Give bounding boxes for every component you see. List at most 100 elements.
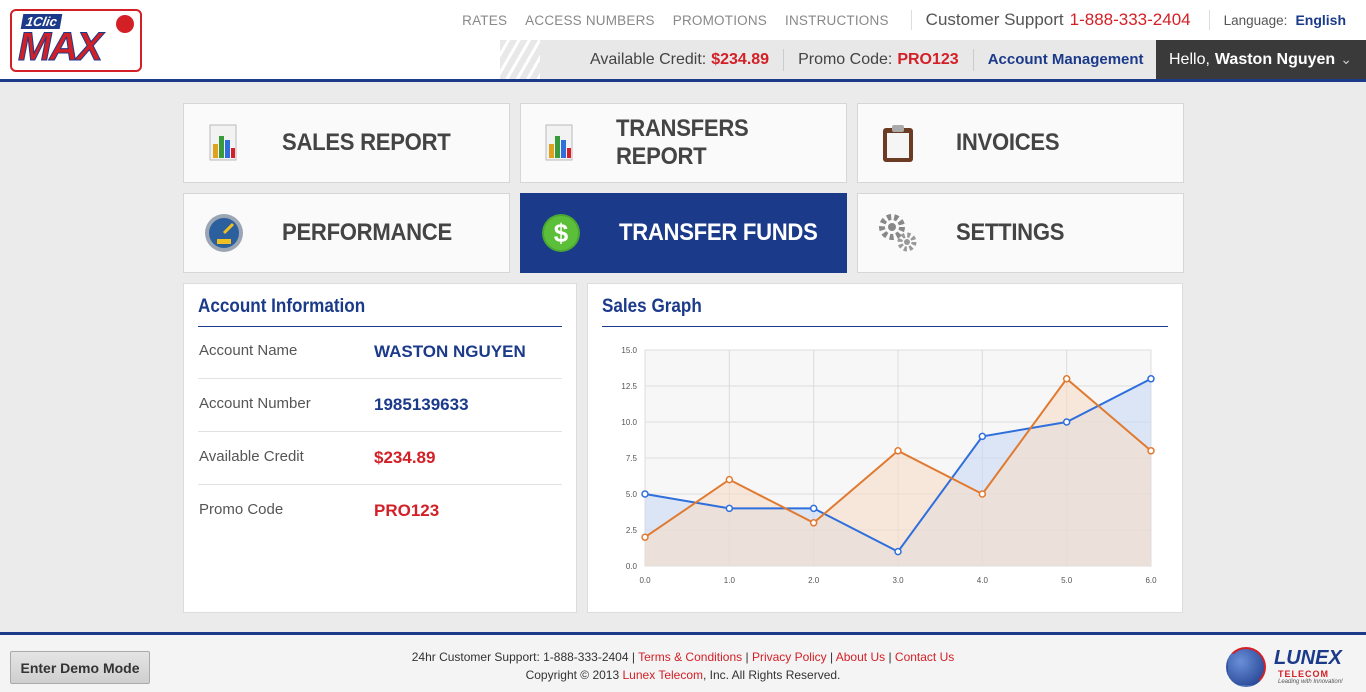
info-row-available-credit: Available Credit $234.89 — [198, 432, 562, 485]
tile-label: SETTINGS — [956, 219, 1065, 246]
hello-prefix: Hello, — [1169, 50, 1210, 68]
info-label: Account Number — [199, 395, 311, 412]
panel-title: Account Information — [198, 296, 366, 317]
customer-support-label: Customer Support — [925, 10, 1064, 29]
tile-label: INVOICES — [956, 129, 1060, 156]
tile-performance[interactable]: PERFORMANCE — [183, 193, 510, 273]
data-point — [641, 533, 649, 541]
promo-code: Promo Code: PRO123 — [784, 48, 974, 71]
data-point — [978, 432, 987, 441]
available-credit-label: Available Credit: — [590, 50, 707, 68]
data-point — [725, 475, 734, 484]
customer-support-phone[interactable]: 1-888-333-2404 — [1070, 10, 1191, 30]
data-point — [1147, 375, 1155, 383]
user-name: Waston Nguyen — [1214, 50, 1336, 68]
tile-label: SALES REPORT — [282, 129, 451, 156]
available-credit-value: $234.89 — [711, 50, 770, 68]
y-tick-label: 10.0 — [621, 418, 637, 427]
data-point — [809, 504, 818, 513]
account-bar: Available Credit: $234.89 Promo Code: PR… — [500, 40, 1366, 79]
data-point — [809, 519, 818, 527]
x-tick-label: 0.0 — [639, 576, 651, 585]
tile-invoices[interactable]: INVOICES — [857, 103, 1184, 183]
y-tick-label: 5.0 — [626, 490, 638, 499]
data-point — [894, 447, 902, 455]
x-tick-label: 3.0 — [892, 576, 904, 585]
y-tick-label: 0.0 — [626, 562, 638, 571]
1clicmax-logo[interactable]: 1Clic MAX — [10, 9, 142, 72]
x-tick-label: 1.0 — [724, 576, 736, 585]
footer: Enter Demo Mode 24hr Customer Support: 1… — [0, 632, 1366, 692]
data-point — [1062, 375, 1071, 383]
footer-links: 24hr Customer Support: 1-888-333-2404 | … — [411, 650, 955, 682]
sales-graph-panel: Sales Graph 0.0 2.5 5.0 7.5 10.0 12.5 15.0 0.0 1… — [587, 283, 1183, 613]
copyright-suffix: , Inc. All Rights Reserved. — [703, 668, 841, 682]
y-tick-label: 2.5 — [626, 526, 638, 535]
data-point — [894, 547, 902, 556]
user-menu[interactable]: Hello, Waston Nguyen ⌄ — [1156, 40, 1366, 79]
y-tick-label: 7.5 — [626, 454, 638, 463]
lunex-telecom-link[interactable]: Lunex Telecom — [623, 668, 704, 682]
account-management-link[interactable]: Account Management — [974, 51, 1158, 68]
info-row-promo-code: Promo Code PRO123 — [198, 485, 562, 538]
info-row-account-number: Account Number 1985139633 — [198, 379, 562, 432]
svg-text:$: $ — [554, 218, 569, 248]
footer-support: 24hr Customer Support: 1-888-333-2404 | — [411, 650, 635, 664]
y-tick-label: 12.5 — [621, 382, 637, 391]
info-value: WASTON NGUYEN — [374, 342, 526, 361]
lunex-telecom-logo[interactable]: LUNEX TELECOM Leading with Innovation! — [1216, 643, 1356, 689]
bar-chart-icon — [541, 123, 578, 163]
divider — [910, 10, 912, 30]
x-tick-label: 4.0 — [977, 576, 989, 585]
info-value: 1985139633 — [374, 395, 469, 414]
bar-chart-icon — [204, 123, 244, 163]
divider — [1208, 10, 1210, 30]
language-label: Language: — [1223, 12, 1288, 28]
x-tick-label: 5.0 — [1061, 576, 1073, 585]
contact-link[interactable]: Contact Us — [895, 650, 954, 664]
globe-icon — [1226, 647, 1266, 687]
y-tick-label: 15.0 — [621, 346, 637, 355]
account-information-panel: Account Information Account Name WASTON … — [183, 283, 577, 613]
x-tick-label: 6.0 — [1145, 576, 1157, 585]
about-link[interactable]: About Us — [836, 650, 885, 664]
available-credit: Available Credit: $234.89 — [530, 48, 785, 71]
clipboard-icon — [878, 123, 918, 163]
terms-link[interactable]: Terms & Conditions — [638, 650, 742, 664]
language-selector[interactable]: English — [1295, 12, 1346, 28]
dollar-icon: $ — [541, 213, 581, 253]
nav-access-numbers[interactable]: ACCESS NUMBERS — [525, 13, 655, 28]
data-point — [1062, 418, 1071, 426]
lunex-telecom-text: TELECOM — [1278, 669, 1329, 679]
chevron-down-icon: ⌄ — [1340, 51, 1352, 67]
tile-label: TRANSFERS REPORT — [616, 115, 749, 170]
tile-label: TRANSFER FUNDS — [619, 219, 818, 246]
x-tick-label: 2.0 — [808, 576, 820, 585]
tile-settings[interactable]: SETTINGS — [857, 193, 1184, 273]
data-point — [725, 504, 734, 513]
promo-code-label: Promo Code: — [798, 50, 893, 68]
tile-transfer-funds[interactable]: $ TRANSFER FUNDS — [520, 193, 847, 273]
logo-max-text: MAX — [18, 25, 104, 70]
header: 1Clic MAX RATES ACCESS NUMBERS PROMOTION… — [0, 0, 1366, 82]
tile-label: PERFORMANCE — [282, 219, 452, 246]
info-value: $234.89 — [374, 448, 436, 467]
privacy-link[interactable]: Privacy Policy — [752, 650, 827, 664]
nav-instructions[interactable]: INSTRUCTIONS — [785, 13, 889, 28]
info-row-account-name: Account Name WASTON NGUYEN — [198, 326, 562, 379]
info-value: PRO123 — [374, 501, 440, 520]
promo-code-value: PRO123 — [897, 50, 959, 68]
info-label: Available Credit — [199, 448, 304, 465]
info-label: Account Name — [199, 342, 298, 359]
tile-sales-report[interactable]: SALES REPORT — [183, 103, 510, 183]
lunex-wordmark: LUNEX — [1274, 647, 1342, 669]
nav-rates[interactable]: RATES — [462, 13, 507, 28]
data-point — [641, 490, 649, 498]
sales-line-chart: 0.0 2.5 5.0 7.5 10.0 12.5 15.0 0.0 1.0 2.0 3.0 4.0 5… — [621, 346, 1157, 585]
lunex-tagline: Leading with Innovation! — [1278, 679, 1343, 685]
nav-promotions[interactable]: PROMOTIONS — [673, 13, 767, 28]
tile-transfers-report[interactable]: TRANSFERS REPORT — [520, 103, 847, 183]
data-point — [1147, 447, 1155, 455]
data-point — [978, 490, 987, 498]
devil-mascot-icon — [116, 15, 134, 33]
